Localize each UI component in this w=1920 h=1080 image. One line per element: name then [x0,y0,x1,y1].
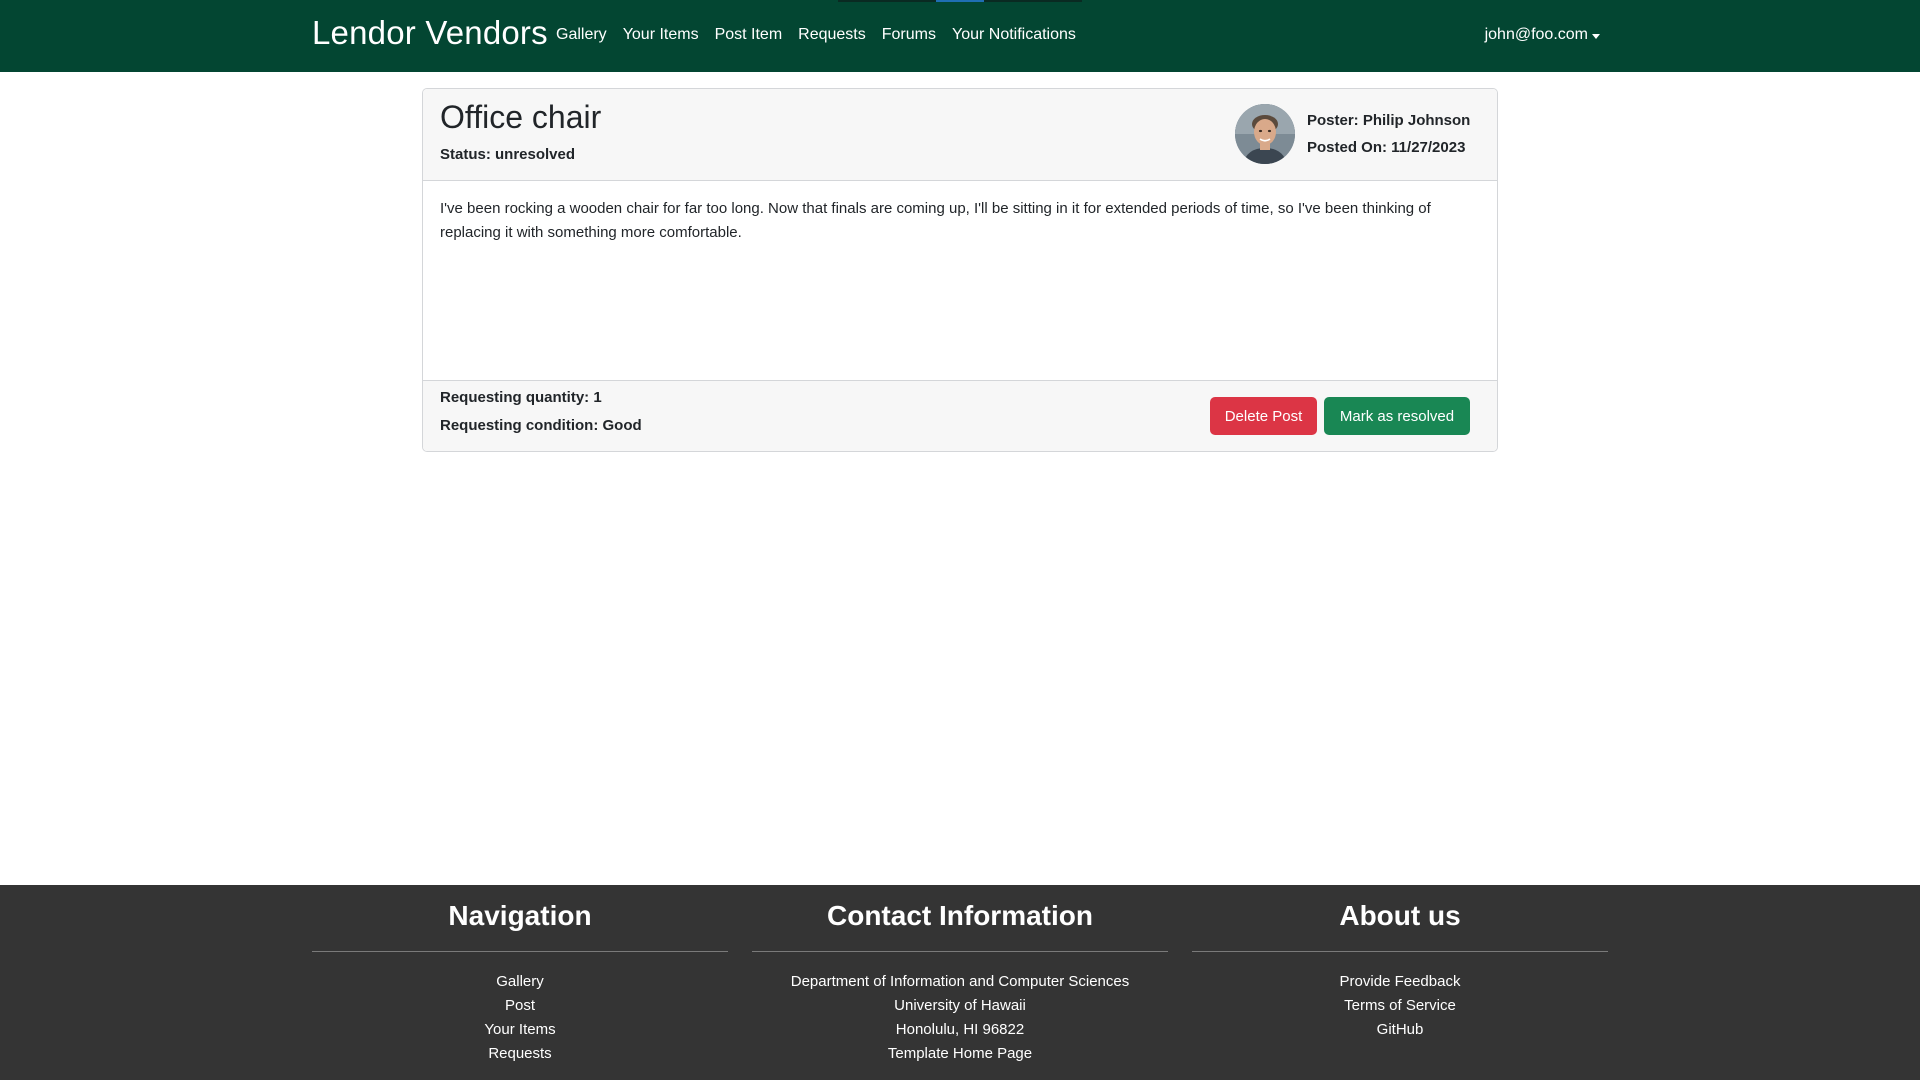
user-email: john@foo.com [1484,26,1588,43]
footer-contact-heading: Contact Information [827,900,1093,931]
user-dropdown[interactable]: john@foo.com [1485,26,1600,44]
contact-address: Honolulu, HI 96822 [895,1021,1025,1038]
footer-about-heading: About us [1339,900,1461,931]
requesting-condition: Requesting condition: Good [440,417,642,434]
contact-department: Department of Information and Computer S… [790,973,1130,990]
footer-link-terms[interactable]: Terms of Service [1192,994,1608,1018]
divider [1192,951,1608,952]
nav-link-requests[interactable]: Requests [798,26,866,44]
post-description: I've been rocking a wooden chair for far… [440,200,1431,241]
footer-link-post[interactable]: Post [312,994,728,1018]
nav-accent-indicator [936,0,984,2]
nav-link-notifications[interactable]: Your Notifications [952,26,1076,44]
top-navbar: Lendor Vendors Gallery Your Items Post I… [0,0,1920,72]
divider [752,951,1168,952]
post-card-footer: Requesting quantity: 1 Requesting condit… [423,380,1497,451]
post-card: Office chair Status: unresolved Poster: … [422,88,1498,452]
divider [312,951,728,952]
post-status: Status: unresolved [440,146,576,163]
footer-link-requests[interactable]: Requests [312,1042,728,1066]
footer-link-feedback[interactable]: Provide Feedback [1192,970,1608,994]
site-footer: Navigation Gallery Post Your Items Reque… [0,885,1920,1080]
requesting-quantity: Requesting quantity: 1 [440,389,602,406]
nav-link-your-items[interactable]: Your Items [623,26,699,44]
footer-navigation: Navigation Gallery Post Your Items Reque… [312,885,728,1066]
footer-contact: Contact Information Department of Inform… [752,885,1168,1066]
posted-on-date: Posted On: 11/27/2023 [1307,139,1466,156]
delete-post-button[interactable]: Delete Post [1210,397,1317,435]
post-title: Office chair [440,99,602,135]
nav-link-post-item[interactable]: Post Item [715,26,783,44]
footer-link-github[interactable]: GitHub [1192,1018,1608,1042]
contact-university: University of Hawaii [894,997,1026,1014]
mark-resolved-button[interactable]: Mark as resolved [1324,397,1470,435]
poster-info: Poster: Philip Johnson Posted On: 11/27/… [1307,107,1470,161]
avatar-portrait-icon [1235,104,1295,164]
footer-link-gallery[interactable]: Gallery [312,970,728,994]
caret-down-icon [1592,33,1600,39]
footer-link-your-items[interactable]: Your Items [312,1018,728,1042]
nav-link-forums[interactable]: Forums [882,26,936,44]
nav-link-gallery[interactable]: Gallery [556,26,607,44]
post-card-header: Office chair Status: unresolved Poster: … [423,89,1497,181]
poster-avatar [1235,104,1295,164]
footer-navigation-heading: Navigation [448,900,592,931]
footer-about: About us Provide Feedback Terms of Servi… [1192,885,1608,1042]
footer-link-template-home[interactable]: Template Home Page [752,1042,1168,1066]
poster-name: Poster: Philip Johnson [1307,112,1471,129]
brand-logo[interactable]: Lendor Vendors [312,14,548,52]
nav-links: Gallery Your Items Post Item Requests Fo… [556,26,1076,44]
